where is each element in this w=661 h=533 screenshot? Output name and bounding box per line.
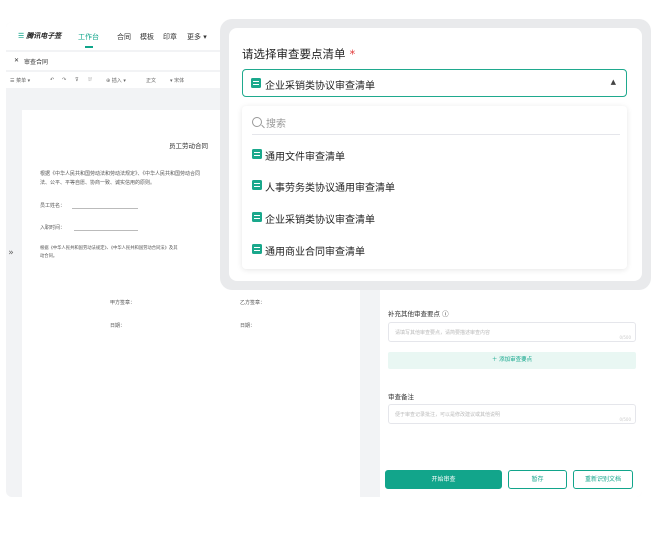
- close-icon[interactable]: ✕: [14, 57, 19, 64]
- required-mark: *: [349, 47, 356, 61]
- search-input[interactable]: 搜索: [252, 112, 620, 135]
- option-label: 通用商业合同审查清单: [265, 247, 365, 258]
- document-list-icon: [252, 244, 262, 254]
- nav-active-indicator: [85, 46, 93, 48]
- document-list-icon: [252, 180, 262, 190]
- toolbar-font[interactable]: ▾ 宋体: [170, 77, 184, 84]
- doc-title: 员工劳动合同: [169, 142, 208, 150]
- char-counter: 0/500: [619, 417, 631, 422]
- employee-name-blank[interactable]: [72, 208, 138, 209]
- doc-paragraph: 根据《中华人民共和国劳动法和劳动法规定》、《中华人民共和国劳动合同: [40, 171, 201, 177]
- modal-title: 请选择审查要点清单 *: [242, 46, 355, 62]
- redo-icon[interactable]: ↷: [62, 77, 66, 83]
- hire-date-blank[interactable]: [74, 230, 138, 231]
- chevron-up-icon[interactable]: ▲: [611, 78, 616, 86]
- option-general-document[interactable]: 通用文件审查清单: [252, 145, 612, 165]
- selected-checklist: 企业采销类协议审查清单: [265, 81, 375, 92]
- search-icon: [252, 117, 262, 127]
- clear-format-icon[interactable]: ⛆: [88, 77, 92, 83]
- brand-name: 腾讯电子签: [26, 32, 62, 40]
- doc-tab-title: 审查合同: [24, 59, 49, 66]
- brand-logo[interactable]: ☰ 腾讯电子签: [18, 31, 61, 41]
- checklist-dropdown-menu: 搜索 通用文件审查清单 人事劳务类协议通用审查清单 企业采销类协议审查清单 通用…: [242, 106, 627, 269]
- doc-paragraph: 根据《中华人民共和国劳动法规定》、《中华人民共和国劳动合同法》及其: [40, 246, 178, 251]
- nav-more[interactable]: 更多 ▾: [187, 32, 207, 42]
- toolbar-insert[interactable]: ⊕ 插入 ▾: [106, 77, 126, 84]
- document-list-icon: [252, 212, 262, 222]
- document-list-icon: [251, 78, 261, 88]
- party-a-signature: 甲方签章：: [110, 300, 136, 306]
- party-b-date: 日期：: [240, 323, 256, 329]
- doc-paragraph: 法、公平、平等自愿、协商一致、诚实信用的原则。: [40, 180, 156, 186]
- option-general-commercial[interactable]: 通用商业合同审查清单: [252, 240, 612, 260]
- option-hr-labor[interactable]: 人事劳务类协议通用审查清单: [252, 176, 612, 196]
- employee-name-label: 员工姓名：: [40, 203, 66, 209]
- menu-icon: ☰: [18, 32, 25, 40]
- toolbar-menu[interactable]: ☰ 菜单 ▾: [10, 77, 30, 84]
- party-a-date: 日期：: [110, 323, 126, 329]
- save-draft-button[interactable]: 暂存: [508, 470, 567, 489]
- extra-points-label: 补充其他审查要点 ⓘ: [388, 310, 449, 318]
- review-notes-input[interactable]: 便于审查记录批注，可以是修改建议或其他说明 0/500: [388, 404, 636, 424]
- review-notes-label: 审查备注: [388, 393, 414, 401]
- char-counter: 0/500: [619, 335, 631, 340]
- add-review-point-button[interactable]: ＋ 添加审查要点: [388, 352, 636, 369]
- option-label: 企业采销类协议审查清单: [265, 215, 375, 226]
- option-procurement-sales[interactable]: 企业采销类协议审查清单: [252, 208, 612, 228]
- checklist-select[interactable]: 企业采销类协议审查清单 ▲: [242, 69, 627, 97]
- nav-contracts[interactable]: 合同: [117, 32, 131, 42]
- reidentify-document-button[interactable]: 重新识别文档: [573, 470, 633, 489]
- option-label: 人事劳务类协议通用审查清单: [265, 183, 395, 194]
- expand-sidebar-icon[interactable]: »: [6, 248, 16, 258]
- review-notes-placeholder: 便于审查记录批注，可以是修改建议或其他说明: [395, 412, 501, 418]
- extra-points-placeholder: 请填写其他审查要点，请简要描述审查内容: [395, 330, 491, 336]
- modal-title-text: 请选择审查要点清单: [242, 47, 346, 61]
- search-placeholder: 搜索: [266, 119, 286, 130]
- option-label: 通用文件审查清单: [265, 152, 345, 163]
- extra-points-input[interactable]: 请填写其他审查要点，请简要描述审查内容 0/500: [388, 322, 636, 342]
- nav-seals[interactable]: 印章: [163, 32, 177, 42]
- nav-templates[interactable]: 模板: [140, 32, 154, 42]
- doc-paragraph: 动合同。: [40, 254, 58, 259]
- hire-date-label: 入职时间：: [40, 225, 66, 231]
- nav-workbench[interactable]: 工作台: [78, 32, 99, 42]
- format-painter-icon[interactable]: ⊽: [75, 77, 79, 83]
- party-b-signature: 乙方签章：: [240, 300, 266, 306]
- start-review-button[interactable]: 开始审查: [385, 470, 502, 489]
- undo-icon[interactable]: ↶: [50, 77, 54, 83]
- document-list-icon: [252, 149, 262, 159]
- checklist-select-modal: 请选择审查要点清单 * 企业采销类协议审查清单 ▲ 搜索 通用文件审查清单 人事劳…: [229, 28, 642, 281]
- toolbar-style[interactable]: 正文: [146, 77, 156, 84]
